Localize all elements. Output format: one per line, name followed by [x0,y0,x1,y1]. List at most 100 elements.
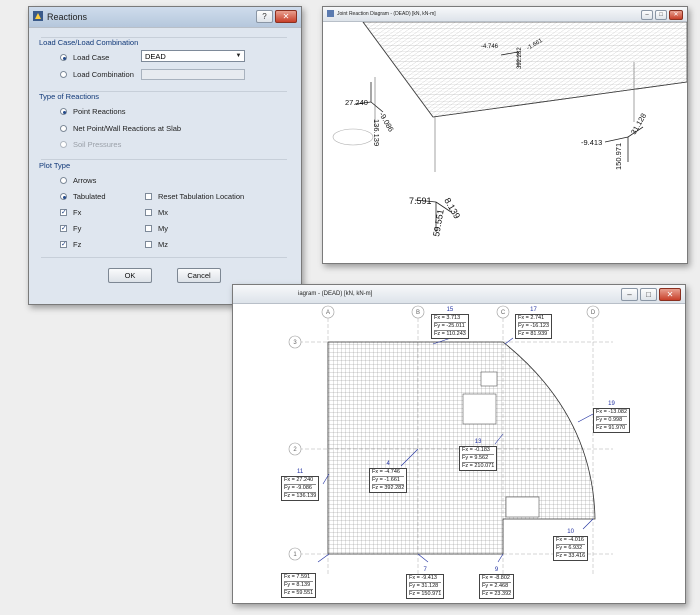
reaction-value-fy: Fy = 31.128 [409,583,442,591]
reset-tabulation-box[interactable] [145,193,152,200]
mx-checkbox[interactable]: Mx [145,208,168,217]
buttons-divider [41,257,287,258]
joint-id-label: 19 [608,401,615,407]
fx-checkbox[interactable]: ✓ Fx [60,208,81,217]
reaction-3d-label: 59.551 [431,208,446,237]
maximize-icon[interactable]: □ [655,10,667,20]
load-case-radio[interactable]: Load Case [60,53,109,62]
dialog-titlebar[interactable]: Reactions ? ✕ [29,7,301,28]
reaction-value-fx: Fx = -4.746 [372,469,405,477]
reaction-3d-label: 27.240 [345,98,368,107]
reaction-3d-label: 392.282 [517,47,523,69]
fy-check-icon[interactable]: ✓ [60,225,67,232]
reaction-type-title: Type of Reactions [39,92,100,101]
load-combination-radio[interactable]: Load Combination [60,70,134,79]
mz-box[interactable] [145,241,152,248]
reaction-table: 7 Fx = -9.413 Fy = 31.128 Fz = 150.971 [406,567,445,599]
point-reactions-label: Point Reactions [73,107,126,116]
fz-check-icon[interactable]: ✓ [60,241,67,248]
point-reactions-radio[interactable]: Point Reactions [60,107,126,116]
window-plan-title: iagram - (DEAD) [kN, kN-m] [298,291,373,297]
window-3d-titlebar[interactable]: Joint Reaction Diagram - (DEAD) [kN, kN-… [323,7,687,22]
reaction-value-fz: Fz = 23.392 [482,591,512,597]
mx-label: Mx [158,208,168,217]
joint-id-label: 17 [530,307,537,313]
reactions-app-icon [33,11,43,21]
reaction-value-fz: Fz = 150.971 [409,591,442,597]
tabulated-label: Tabulated [73,192,106,201]
soil-pressures-label: Soil Pressures [73,140,122,149]
tabulated-radio[interactable]: Tabulated [60,192,106,201]
ok-button[interactable]: OK [108,268,152,283]
minimize-icon[interactable]: – [641,10,653,20]
close-icon[interactable]: ✕ [659,288,681,301]
reaction-value-fz: Fz = 392.282 [372,485,405,491]
joint-reaction-3d-window: Joint Reaction Diagram - (DEAD) [kN, kN-… [322,6,688,264]
reaction-3d-label: 136.139 [372,119,381,146]
maximize-icon[interactable]: □ [640,288,657,301]
joint-id-label: 10 [567,529,574,535]
reaction-table: 10 Fx = -4.016 Fy = 6.932 Fz = 33.416 [553,529,589,561]
fy-checkbox[interactable]: ✓ Fy [60,224,81,233]
reset-tabulation-checkbox[interactable]: Reset Tabulation Location [145,192,244,201]
chevron-down-icon[interactable]: ▼ [234,52,243,60]
reaction-table: 19 Fx = -13.082 Fy = 0.998 Fz = 91.970 [593,401,631,433]
reaction-value-fy: Fy = -25.011 [434,323,466,331]
load-combination-label: Load Combination [73,70,134,79]
reactions-dialog: Reactions ? ✕ Load Case/Load Combination… [28,6,302,305]
reaction-value-fy: Fy = 9.562 [462,455,495,463]
load-combination-radio-dot[interactable] [60,71,67,78]
arrows-radio[interactable]: Arrows [60,176,96,185]
fx-check-icon[interactable]: ✓ [60,209,67,216]
my-box[interactable] [145,225,152,232]
reaction-table: 15 Fx = 3.713 Fy = -25.011 Fz = 110.243 [431,307,469,339]
mx-box[interactable] [145,209,152,216]
reaction-value-fz: Fz = 110.243 [434,331,466,337]
point-reactions-radio-dot[interactable] [60,108,67,115]
reaction-table: Fx = 7.591 Fy = 8.139 Fz = 59.551 [281,566,317,598]
window-plan-titlebar[interactable]: iagram - (DEAD) [kN, kN-m] – □ ✕ [233,285,685,304]
fy-label: Fy [73,224,82,233]
net-reactions-radio-dot[interactable] [60,125,67,132]
load-case-select[interactable]: DEAD ▼ [141,50,245,62]
soil-pressures-radio-dot [60,141,67,148]
fz-checkbox[interactable]: ✓ Fz [60,240,81,249]
reaction-value-fy: Fy = 0.998 [596,417,628,425]
reaction-value-fy: Fy = -16.123 [518,323,550,331]
help-button[interactable]: ? [256,10,273,23]
plot-type-group [41,159,287,160]
reaction-value-fz: Fz = 33.416 [556,553,586,559]
joint-id-label: 9 [494,567,499,573]
fx-label: Fx [73,208,82,217]
reaction-3d-label: 7.591 [409,196,432,206]
joint-id-label [281,566,316,573]
reaction-value-fx: Fx = 2.741 [518,315,550,323]
reaction-value-fz: Fz = 136.139 [284,493,317,499]
minimize-icon[interactable]: – [621,288,638,301]
load-case-radio-dot[interactable] [60,54,67,61]
mz-checkbox[interactable]: Mz [145,240,168,249]
reaction-table: 9 Fx = -8.802 Fy = 2.468 Fz = 23.392 [479,567,515,599]
close-icon[interactable]: ✕ [669,10,683,20]
reaction-value-fz: Fz = 91.970 [596,425,626,431]
load-combination-field [141,69,245,80]
cancel-button[interactable]: Cancel [177,268,221,283]
reaction-value-fx: Fx = -8.802 [482,575,512,583]
reaction-tables: 15 Fx = 3.713 Fy = -25.011 Fz = 110.243 17 Fx… [233,304,685,602]
reaction-value-fx: Fx = -0.183 [462,447,495,455]
load-case-group-title: Load Case/Load Combination [39,38,139,47]
reaction-value-fx: Fx = 7.591 [284,574,314,582]
joint-id-label: 7 [423,567,427,573]
net-reactions-radio[interactable]: Net Point/Wall Reactions at Slab [60,124,181,133]
reaction-3d-view[interactable]: 27.240 -9.086 136.139 -9.413 31.128 150.… [323,22,687,262]
close-button[interactable]: ✕ [275,10,297,23]
fz-label: Fz [73,240,82,249]
load-case-value: DEAD [145,52,166,61]
reaction-table: 17 Fx = 2.741 Fy = -16.123 Fz = 81.939 [515,307,553,339]
reaction-value-fx: Fx = -4.016 [556,537,586,545]
tabulated-radio-dot[interactable] [60,193,67,200]
my-checkbox[interactable]: My [145,224,168,233]
arrows-radio-dot[interactable] [60,177,67,184]
reaction-value-fy: Fy = -9.086 [284,485,317,493]
reaction-3d-label: -4.746 [481,44,499,50]
